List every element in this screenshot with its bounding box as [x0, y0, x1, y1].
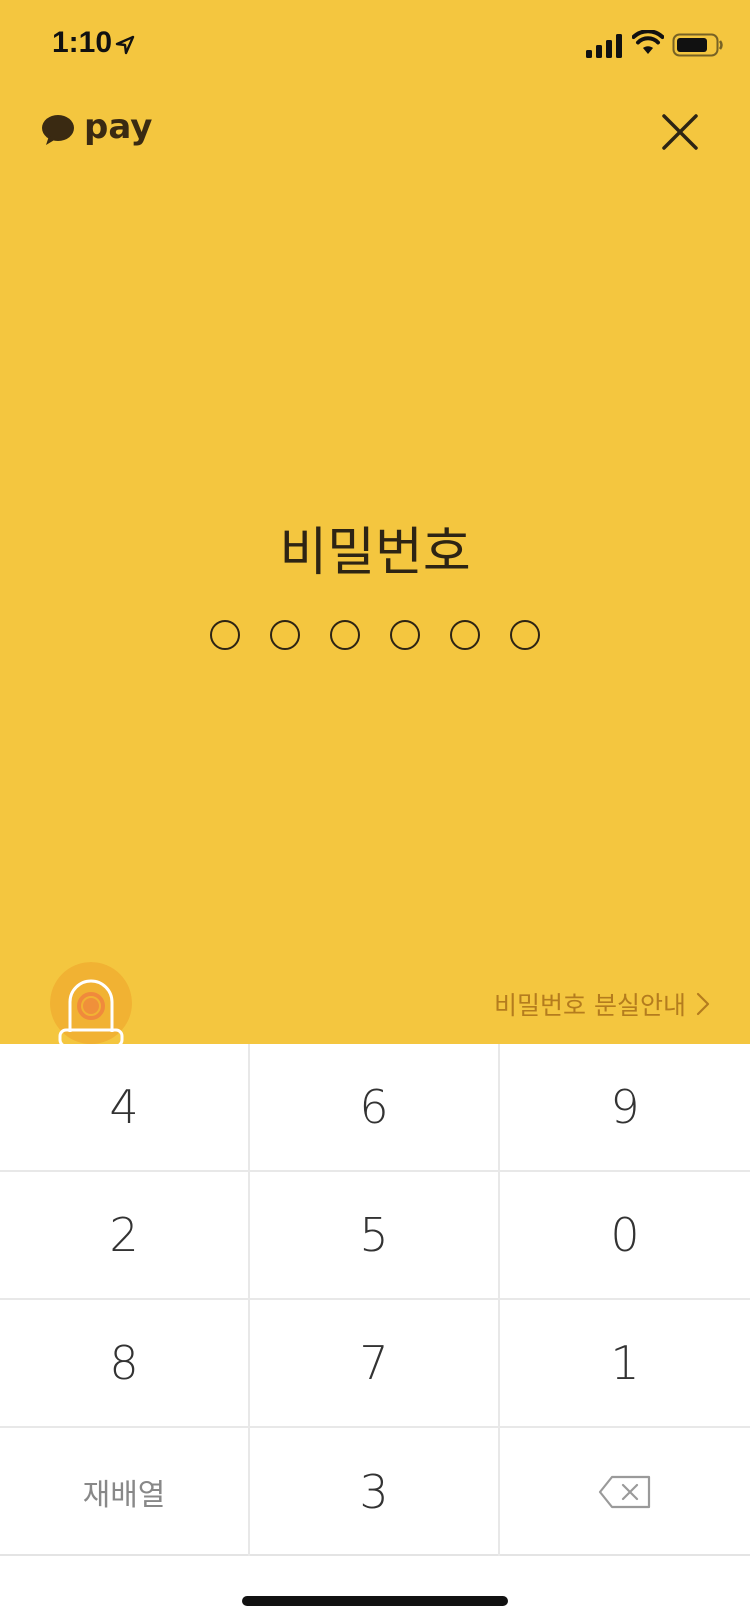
close-button[interactable] — [660, 112, 700, 152]
chevron-right-icon — [696, 992, 710, 1016]
location-arrow-icon — [115, 35, 135, 55]
page-title: 비밀번호 — [279, 523, 471, 583]
status-time: 1:10 — [52, 26, 113, 59]
key-digit[interactable]: 5 — [250, 1172, 500, 1300]
logo-text: pay — [84, 107, 153, 147]
lost-password-link[interactable]: 비밀번호 분실안내 — [494, 986, 710, 1022]
key-digit[interactable]: 0 — [500, 1172, 750, 1300]
pin-dot — [510, 620, 540, 650]
battery-icon — [672, 33, 723, 57]
number-keypad: 4 6 9 2 5 0 8 7 1 재배열 3 — [0, 1044, 750, 1556]
pin-dot — [450, 620, 480, 650]
key-digit[interactable]: 9 — [500, 1044, 750, 1172]
pin-entry-screen: 1:10 pay 비밀번호 비밀번호 분실안내 — [0, 0, 750, 1044]
home-indicator[interactable] — [242, 1596, 508, 1606]
wifi-icon — [632, 30, 664, 54]
pin-dot — [210, 620, 240, 650]
key-digit[interactable]: 7 — [250, 1300, 500, 1428]
key-digit[interactable]: 1 — [500, 1300, 750, 1428]
key-digit[interactable]: 2 — [0, 1172, 250, 1300]
kakaopay-logo: pay — [40, 107, 153, 152]
shuffle-keys-button[interactable]: 재배열 — [0, 1428, 250, 1556]
key-digit[interactable]: 6 — [250, 1044, 500, 1172]
speech-bubble-icon — [42, 115, 74, 145]
pin-indicator — [210, 620, 540, 650]
pin-dot — [330, 620, 360, 650]
backspace-button[interactable] — [500, 1428, 750, 1556]
fingerprint-auth-icon[interactable] — [50, 962, 132, 1044]
pin-dot — [390, 620, 420, 650]
cellular-signal-icon — [586, 34, 622, 58]
backspace-icon — [598, 1475, 651, 1509]
key-digit[interactable]: 4 — [0, 1044, 250, 1172]
key-digit[interactable]: 8 — [0, 1300, 250, 1428]
pin-dot — [270, 620, 300, 650]
key-digit[interactable]: 3 — [250, 1428, 500, 1556]
lost-password-label: 비밀번호 분실안내 — [494, 991, 686, 1020]
